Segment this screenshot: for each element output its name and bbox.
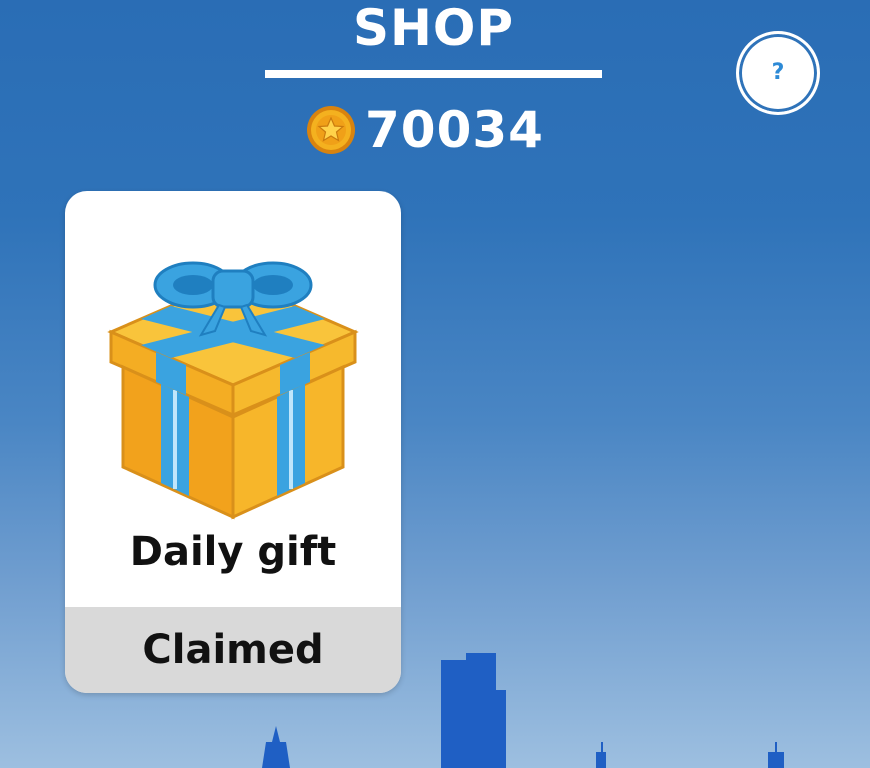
coin-balance: 70034	[305, 100, 544, 160]
shop-item-title: Daily gift	[129, 529, 337, 575]
coin-balance-value: 70034	[365, 101, 544, 159]
title-underline	[265, 70, 602, 78]
page-title: SHOP	[352, 0, 514, 57]
gift-box-icon	[107, 261, 359, 520]
coin-star-icon	[307, 106, 355, 154]
help-icon: ?	[771, 60, 785, 85]
shop-item-daily-gift[interactable]: Daily gift Claimed	[65, 191, 401, 693]
help-button[interactable]: ?	[736, 31, 820, 115]
shop-item-status-claimed: Claimed	[65, 607, 401, 693]
